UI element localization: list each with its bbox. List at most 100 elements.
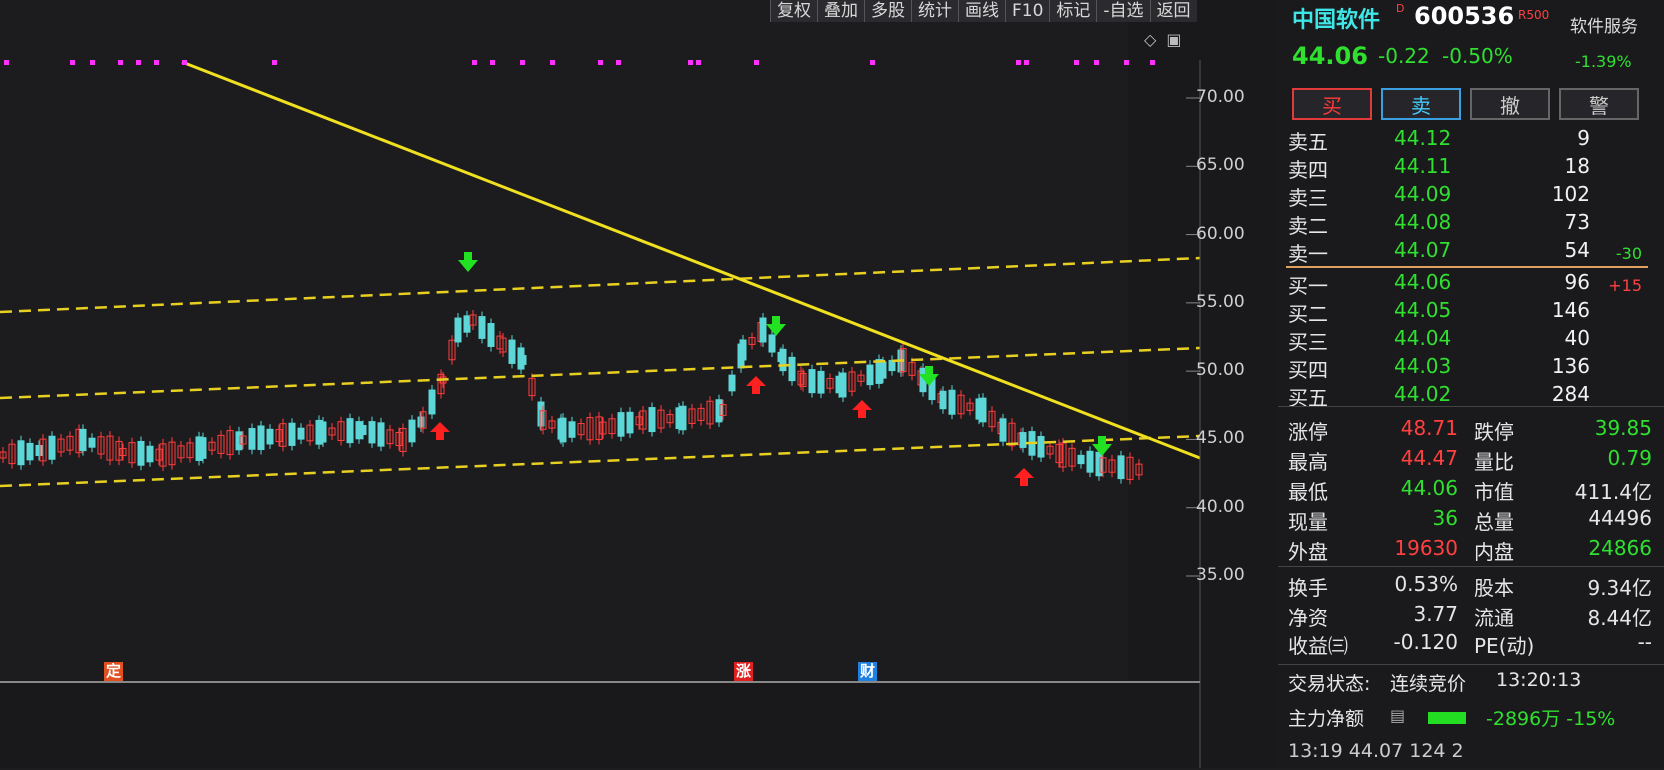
price-chart-svg[interactable]	[0, 0, 1278, 768]
candle-body	[17, 440, 25, 466]
bid-row[interactable]: 买一 44.06 96 +15	[1288, 270, 1648, 298]
candle-body	[1077, 454, 1085, 465]
ask-label: 卖五	[1288, 130, 1328, 154]
ask-row[interactable]: 卖三 44.09 102	[1288, 182, 1648, 210]
stat-label: 跌停	[1474, 420, 1514, 444]
candle-body	[779, 348, 787, 372]
candle-body	[939, 390, 947, 410]
main-flow-bar-fill	[1428, 712, 1466, 724]
candle-body	[199, 437, 207, 459]
sell-button[interactable]: 卖	[1381, 88, 1461, 120]
price-axis-label: 50.00	[1196, 360, 1245, 381]
window-icon[interactable]: ▣	[1166, 30, 1181, 49]
stats2-divider	[1278, 566, 1664, 567]
candle-body	[866, 364, 874, 386]
status-label: 交易状态:	[1288, 673, 1371, 695]
toolbar-huaxian-button[interactable]: 画线	[958, 0, 1005, 22]
stock-code: 600536	[1414, 2, 1515, 30]
stat-label: 市值	[1474, 480, 1514, 504]
ask-row[interactable]: 卖二 44.08 73	[1288, 210, 1648, 238]
stat-value: 0.79	[1607, 446, 1652, 470]
ask-volume: 9	[1577, 126, 1590, 150]
candle-body	[146, 445, 154, 463]
candle-body	[508, 339, 516, 364]
toolbar-fanhui-button[interactable]: 返回	[1149, 0, 1197, 22]
candle-body	[428, 389, 436, 415]
trade-buttons: 买 卖 撤 警	[1292, 88, 1639, 120]
bid-price: 44.03	[1394, 354, 1452, 378]
tick-row: 13:19 44.07 124 2	[1288, 740, 1464, 762]
candle-body	[817, 370, 825, 394]
sector-change-pct: -1.39%	[1575, 52, 1632, 71]
candle-body	[715, 399, 723, 423]
toolbar-f10-button[interactable]: F10	[1005, 0, 1050, 22]
chart-toolbar: 复权 叠加 多股 统计 画线 F10 标记 -自选 返回	[770, 0, 1197, 24]
main-flow-value: -2896万 -15%	[1486, 708, 1616, 730]
candle-body	[487, 323, 495, 347]
toolbar-tongji-button[interactable]: 统计	[911, 0, 958, 22]
toolbar-fuquan-button[interactable]: 复权	[770, 0, 817, 22]
stats-divider	[1278, 406, 1664, 407]
stat-value: --	[1637, 630, 1652, 654]
candle-body	[257, 425, 265, 451]
stat-value: 411.4亿	[1574, 480, 1652, 504]
stat-label: 现量	[1288, 510, 1328, 534]
toolbar-duogu-button[interactable]: 多股	[864, 0, 911, 22]
ask-row[interactable]: 卖四 44.11 18	[1288, 154, 1648, 182]
price-axis-label: 40.00	[1196, 496, 1245, 517]
ask-row[interactable]: 卖一 44.07 54 -30	[1288, 238, 1648, 266]
stat-value: 48.71	[1400, 416, 1458, 440]
event-marker-cai[interactable]: 财	[858, 662, 878, 681]
candle-body	[999, 418, 1007, 442]
ask-row[interactable]: 卖五 44.12 9	[1288, 126, 1648, 154]
kline-chart-area[interactable]: 70.00 65.00 60.00 55.00 50.00 45.00 40.00 35.00…	[0, 0, 1278, 768]
ask-volume: 73	[1564, 210, 1590, 234]
stock-r-badge: R500	[1518, 8, 1550, 22]
quote-panel: 中国软件 D 600536 R500 软件服务 44.06 -0.22 -0.5…	[1278, 0, 1664, 768]
bid-label: 买三	[1288, 330, 1328, 354]
ask-volume: 102	[1551, 182, 1590, 206]
main-flow-bar: 主力净额 ▤ -2896万 -15%	[1278, 700, 1664, 734]
stock-name[interactable]: 中国软件	[1292, 2, 1380, 34]
candle-body	[788, 356, 796, 382]
stat-row: 外盘 19630 内盘 24866	[1288, 536, 1652, 564]
stat-value: 8.44亿	[1587, 606, 1652, 630]
bid-volume: 284	[1551, 382, 1590, 406]
price-axis-label: 55.00	[1196, 291, 1245, 312]
sector-name[interactable]: 软件服务	[1570, 12, 1638, 37]
stat-row: 涨停 48.71 跌停 39.85	[1288, 416, 1652, 444]
buy-button[interactable]: 买	[1292, 88, 1372, 120]
toolbar-biaoji-button[interactable]: 标记	[1049, 0, 1097, 22]
stat-label: 量比	[1474, 450, 1514, 474]
diamond-icon[interactable]: ◇	[1144, 30, 1156, 49]
candle-body	[1037, 435, 1045, 458]
stat-value: -0.120	[1393, 630, 1458, 654]
stat-row: 收益㈢ -0.120 PE(动) --	[1288, 630, 1652, 658]
ask-label: 卖三	[1288, 186, 1328, 210]
ask-label: 卖一	[1288, 242, 1328, 266]
bid-volume: 146	[1551, 298, 1590, 322]
bid-price: 44.02	[1394, 382, 1452, 406]
event-marker-ding[interactable]: 定	[104, 662, 124, 681]
price-axis-label: 60.00	[1196, 223, 1245, 244]
bid-row[interactable]: 买三 44.04 40	[1288, 326, 1648, 354]
candle-body	[48, 435, 56, 460]
toolbar-zixuan-button[interactable]: -自选	[1096, 0, 1150, 22]
toolbar-diejia-button[interactable]: 叠加	[817, 0, 864, 22]
list-icon[interactable]: ▤	[1390, 706, 1405, 725]
stat-value: 9.34亿	[1587, 576, 1652, 600]
bid-row[interactable]: 买二 44.05 146	[1288, 298, 1648, 326]
stat-label: 股本	[1474, 576, 1514, 600]
candle-body	[568, 421, 576, 438]
ask-price: 44.09	[1394, 182, 1452, 206]
candle-body	[26, 442, 34, 461]
bid-row[interactable]: 买四 44.03 136	[1288, 354, 1648, 382]
price-change: -0.22	[1378, 44, 1430, 68]
stat-row: 现量 36 总量 44496	[1288, 506, 1652, 534]
event-marker-zhang[interactable]: 涨	[734, 662, 754, 681]
candle-body	[1117, 455, 1125, 480]
stat-label: 总量	[1474, 510, 1514, 534]
candle-body	[137, 440, 145, 466]
alert-button[interactable]: 警	[1559, 88, 1639, 120]
cancel-order-button[interactable]: 撤	[1470, 88, 1550, 120]
